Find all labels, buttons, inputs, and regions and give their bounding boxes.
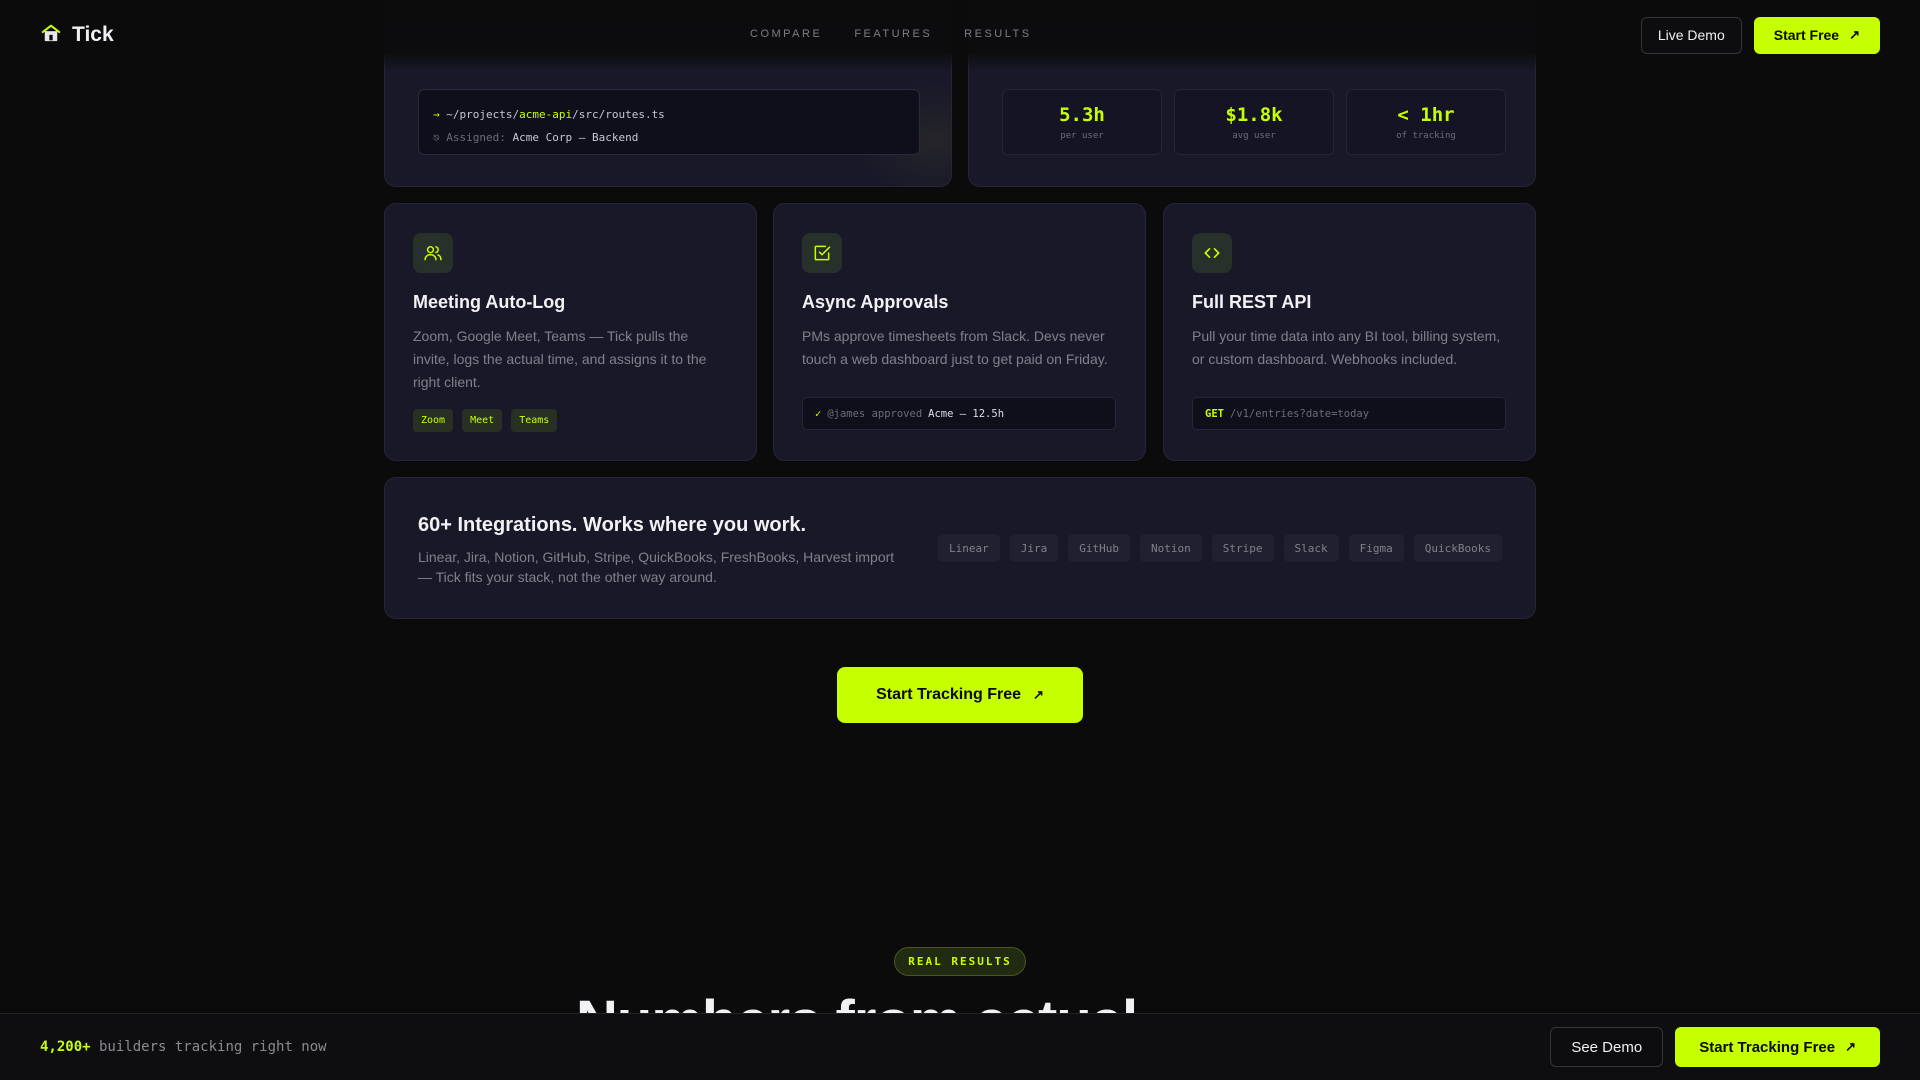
assigned-label: Assigned: bbox=[446, 131, 506, 144]
stat-item: < 1hr of tracking bbox=[1346, 89, 1506, 155]
integrations-title: 60+ Integrations. Works where you work. bbox=[418, 514, 807, 536]
stat-value: 5.3h bbox=[1059, 103, 1105, 126]
sticky-bottom-bar: 4,200+ builders tracking right now See D… bbox=[0, 1013, 1920, 1080]
arrow-up-right-icon: ↗ bbox=[1845, 1039, 1856, 1054]
tag-figma: Figma bbox=[1348, 534, 1404, 562]
stats-row: 5.3h per user $1.8k avg user < 1hr of tr… bbox=[1002, 89, 1506, 155]
terminal-assigned-line: ⎋ Assigned: Acme Corp — Backend bbox=[433, 126, 905, 149]
nav-results[interactable]: RESULTS bbox=[964, 28, 1031, 40]
feature-description: Pull your time data into any BI tool, bi… bbox=[1192, 328, 1501, 367]
nav-features[interactable]: FEATURES bbox=[854, 28, 932, 40]
chip-teams: Teams bbox=[511, 409, 558, 432]
tag-quickbooks: QuickBooks bbox=[1413, 534, 1502, 562]
stat-item: 5.3h per user bbox=[1002, 89, 1162, 155]
feature-card-rest-api: Full REST API Pull your time data into a… bbox=[1163, 203, 1536, 461]
builders-count: 4,200+ bbox=[40, 1039, 91, 1055]
start-free-label: Start Free bbox=[1773, 27, 1840, 43]
tag-notion: Notion bbox=[1140, 534, 1202, 562]
brand-name: Tick bbox=[72, 23, 114, 46]
feature-description: PMs approve timesheets from Slack. Devs … bbox=[802, 328, 1108, 367]
approval-value: Acme — 12.5h bbox=[928, 407, 1005, 420]
bottom-start-label: Start Tracking Free bbox=[1699, 1038, 1836, 1056]
real-results-badge: REAL RESULTS bbox=[894, 947, 1026, 976]
meeting-chips: Zoom Meet Teams bbox=[413, 409, 558, 432]
builders-text: builders tracking right now bbox=[90, 1039, 327, 1055]
tag-slack: Slack bbox=[1283, 534, 1339, 562]
users-icon bbox=[413, 233, 453, 273]
api-path: /v1/entries?date=today bbox=[1229, 407, 1370, 420]
chip-meet: Meet bbox=[462, 409, 503, 432]
stat-label: avg user bbox=[1232, 130, 1276, 141]
terminal-box: → ~/projects/acme-api/src/routes.ts ⎋ As… bbox=[418, 89, 920, 155]
feature-card-meeting-autolog: Meeting Auto-Log Zoom, Google Meet, Team… bbox=[384, 203, 757, 461]
feature-title: Full REST API bbox=[1192, 292, 1312, 312]
brand[interactable]: Tick bbox=[40, 22, 114, 49]
terminal-path-line: → ~/projects/acme-api/src/routes.ts bbox=[433, 103, 905, 126]
path-prefix: ~/projects/ bbox=[446, 108, 520, 121]
start-free-button[interactable]: Start Free ↗ bbox=[1753, 16, 1880, 54]
stat-item: $1.8k avg user bbox=[1174, 89, 1334, 155]
main-nav: COMPARE FEATURES RESULTS bbox=[750, 28, 1032, 40]
chip-zoom: Zoom bbox=[413, 409, 454, 432]
arrow-up-right-icon: ↗ bbox=[1849, 27, 1860, 42]
feature-card-async-approvals: Async Approvals PMs approve timesheets f… bbox=[773, 203, 1146, 461]
bottom-start-tracking-button[interactable]: Start Tracking Free ↗ bbox=[1675, 1027, 1880, 1067]
tag-jira: Jira bbox=[1009, 534, 1059, 562]
nav-compare[interactable]: COMPARE bbox=[750, 28, 822, 40]
tag-stripe: Stripe bbox=[1211, 534, 1274, 562]
arrow-up-right-icon: ↗ bbox=[1033, 687, 1044, 702]
integration-tags: Linear Jira GitHub Notion Stripe Slack F… bbox=[938, 534, 1502, 562]
tag-linear: Linear bbox=[938, 534, 1000, 562]
check-icon: ✓ bbox=[815, 407, 822, 420]
start-tracking-free-button[interactable]: Start Tracking Free ↗ bbox=[837, 667, 1083, 723]
header-actions: Live Demo Start Free ↗ bbox=[1640, 16, 1880, 54]
approval-snippet: ✓ @james approved Acme — 12.5h bbox=[802, 397, 1116, 430]
bottom-actions: See Demo Start Tracking Free ↗ bbox=[1550, 1027, 1880, 1067]
cta-label: Start Tracking Free bbox=[876, 686, 1022, 703]
assigned-value: Acme Corp — Backend bbox=[512, 131, 639, 144]
path-suffix: /src/routes.ts bbox=[572, 108, 665, 121]
live-demo-button[interactable]: Live Demo bbox=[1640, 16, 1742, 54]
site-header: Tick COMPARE FEATURES RESULTS Live Demo … bbox=[0, 0, 1920, 70]
integrations-description: Linear, Jira, Notion, GitHub, Stripe, Qu… bbox=[418, 549, 895, 585]
integrations-card: 60+ Integrations. Works where you work. … bbox=[384, 477, 1536, 619]
stat-label: of tracking bbox=[1396, 130, 1456, 141]
feature-title: Meeting Auto-Log bbox=[413, 292, 566, 312]
assign-icon: ⎋ bbox=[433, 131, 440, 144]
arrow-right-icon: → bbox=[433, 108, 440, 121]
approval-user: @james approved bbox=[827, 407, 923, 420]
code-icon bbox=[1192, 233, 1232, 273]
stat-value: $1.8k bbox=[1225, 103, 1283, 126]
home-icon bbox=[40, 22, 62, 49]
api-method: GET bbox=[1205, 407, 1224, 420]
stat-label: per user bbox=[1060, 130, 1104, 141]
api-snippet: GET /v1/entries?date=today bbox=[1192, 397, 1506, 430]
path-highlight: acme-api bbox=[519, 108, 573, 121]
stat-value: < 1hr bbox=[1397, 103, 1455, 126]
feature-title: Async Approvals bbox=[802, 292, 949, 312]
tag-github: GitHub bbox=[1068, 534, 1131, 562]
check-square-icon bbox=[802, 233, 842, 273]
feature-description: Zoom, Google Meet, Teams — Tick pulls th… bbox=[413, 328, 707, 390]
see-demo-button[interactable]: See Demo bbox=[1550, 1027, 1664, 1067]
builders-count-text: 4,200+ builders tracking right now bbox=[40, 1039, 327, 1055]
